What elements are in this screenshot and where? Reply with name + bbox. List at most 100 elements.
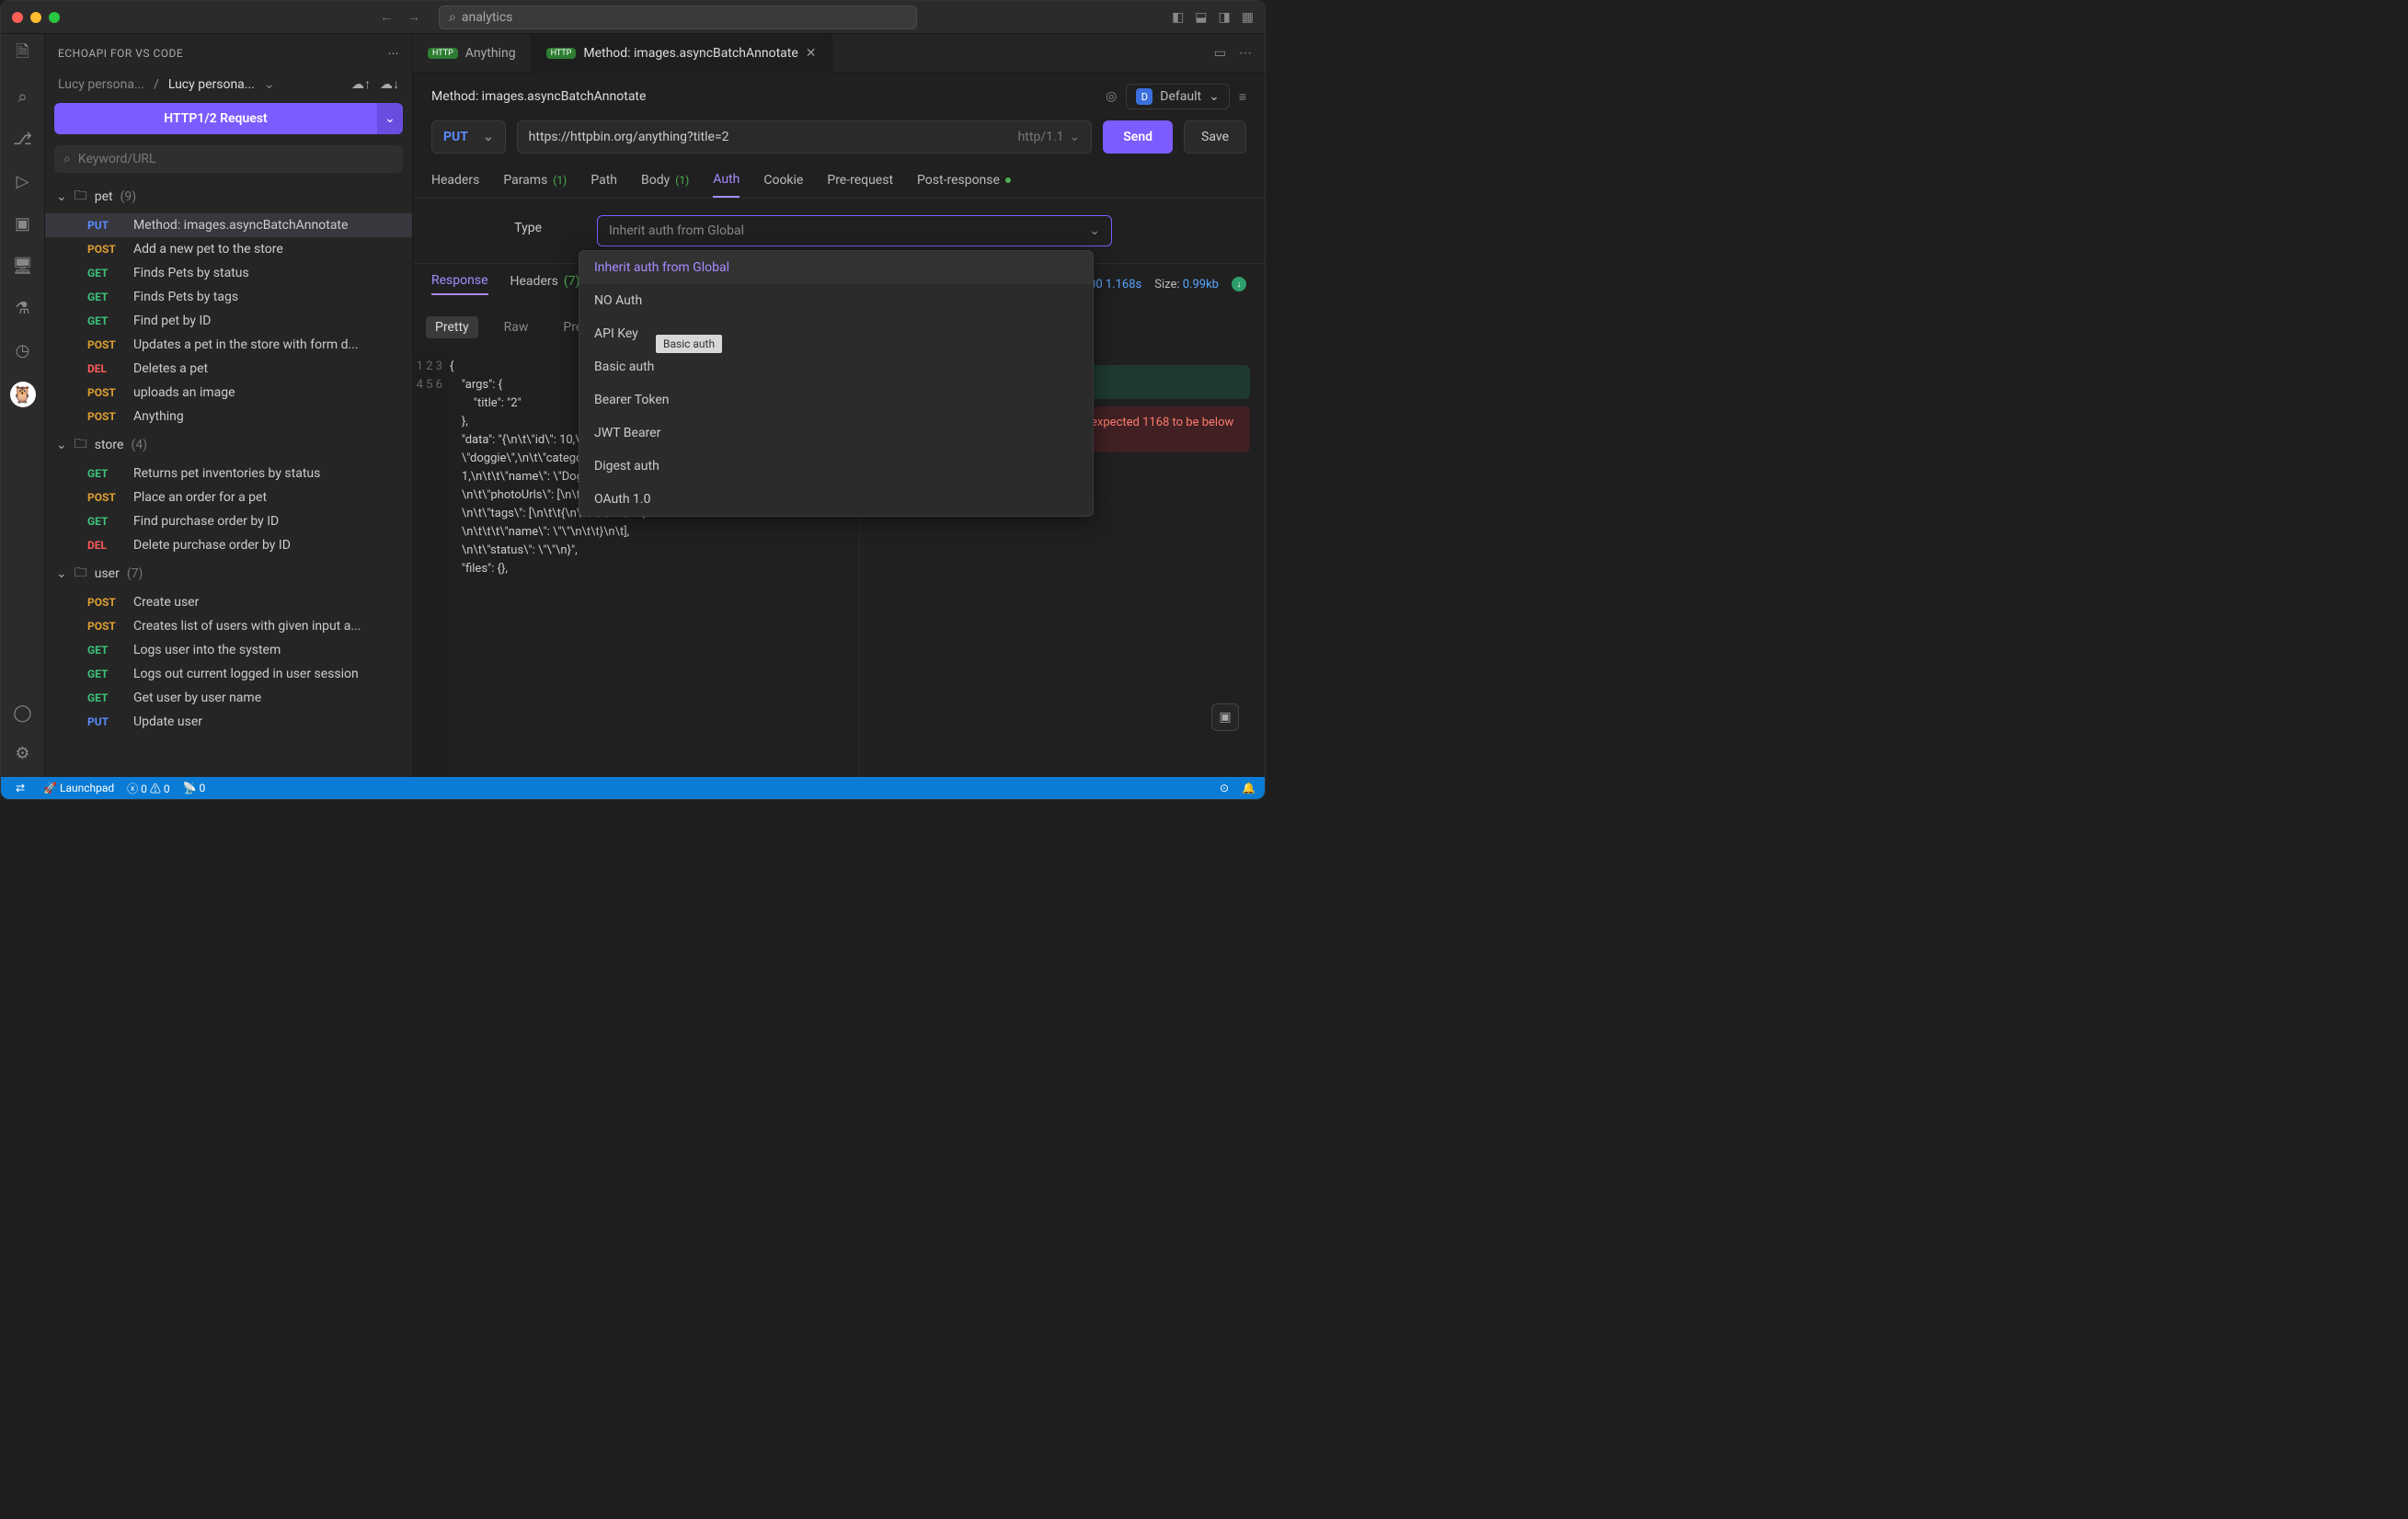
tree-folder[interactable]: ⌄🗀pet (9) [45, 180, 412, 213]
tree-item[interactable]: GETReturns pet inventories by status [45, 462, 412, 485]
auth-option[interactable]: NO Auth [579, 284, 1093, 317]
tab-anything[interactable]: HTTP Anything [413, 34, 532, 72]
tree-item[interactable]: GETFinds Pets by tags [45, 285, 412, 309]
sidebar-search[interactable]: ⌕ Keyword/URL [54, 145, 403, 173]
auth-option[interactable]: Digest auth [579, 450, 1093, 483]
tab-path[interactable]: Path [591, 165, 617, 198]
close-icon[interactable]: ✕ [806, 46, 817, 61]
resp-tab-response[interactable]: Response [431, 273, 488, 295]
chevron-down-icon[interactable]: ⌄ [1070, 130, 1081, 144]
source-control-icon[interactable]: ⎇ [12, 128, 34, 150]
close-window[interactable] [12, 12, 23, 23]
tree-item[interactable]: POSTuploads an image [45, 381, 412, 405]
account-icon[interactable]: ◯ [12, 702, 34, 724]
tree-item[interactable]: GETLogs out current logged in user sessi… [45, 662, 412, 686]
tree-item[interactable]: POSTAdd a new pet to the store [45, 237, 412, 261]
search-icon[interactable]: ⌕ [12, 86, 34, 108]
errors-count[interactable]: ⓧ 0 ⚠ 0 [127, 781, 169, 796]
environment-select[interactable]: D Default ⌄ [1126, 84, 1230, 109]
launchpad-button[interactable]: 🚀 Launchpad [43, 782, 114, 794]
url-input[interactable]: https://httpbin.org/anything?title=2 htt… [517, 120, 1093, 154]
tab-pre-request[interactable]: Pre-request [827, 165, 893, 198]
timeline-icon[interactable]: ◷ [12, 339, 34, 361]
send-button[interactable]: Send [1103, 120, 1173, 154]
tree-item[interactable]: GETFind pet by ID [45, 309, 412, 333]
tree-item[interactable]: DELDelete purchase order by ID [45, 533, 412, 557]
main-area: HTTP Anything HTTP Method: images.asyncB… [413, 34, 1265, 777]
tree-item[interactable]: GETFinds Pets by status [45, 261, 412, 285]
auth-option[interactable]: Inherit auth from Global [579, 251, 1093, 284]
layout-left-icon[interactable]: ◧ [1172, 10, 1184, 25]
download-icon[interactable]: ↓ [1232, 277, 1246, 291]
nav-back-icon[interactable]: ← [380, 9, 393, 25]
panel-icon[interactable]: ▭ [1214, 46, 1226, 61]
sidebar-title: ECHOAPI FOR VS CODE [58, 47, 183, 60]
extensions-icon[interactable]: ▣ [12, 212, 34, 234]
auth-option[interactable]: Bearer Token [579, 383, 1093, 417]
tree-folder[interactable]: ⌄🗀store (4) [45, 428, 412, 462]
breadcrumb[interactable]: Lucy persona... / Lucy persona... ⌄ ☁↑ ☁… [45, 73, 412, 96]
run-icon[interactable]: ▷ [12, 170, 34, 192]
tab-body[interactable]: Body(1) [641, 165, 689, 198]
tree-item[interactable]: POSTUpdates a pet in the store with form… [45, 333, 412, 357]
tree-item[interactable]: POSTCreate user [45, 590, 412, 614]
tree-item[interactable]: GETGet user by user name [45, 686, 412, 710]
echoapi-icon[interactable]: 🦉 [10, 382, 36, 407]
tree-item[interactable]: POSTPlace an order for a pet [45, 485, 412, 509]
view-raw[interactable]: Raw [495, 316, 538, 338]
tab-auth[interactable]: Auth [713, 165, 740, 198]
chevron-down-icon[interactable]: ⌄ [264, 77, 275, 92]
minimize-window[interactable] [30, 12, 41, 23]
tree-item-label: Place an order for a pet [133, 490, 267, 505]
save-button[interactable]: Save [1184, 120, 1246, 154]
resp-tab-headers[interactable]: Headers(7) [510, 274, 580, 294]
layout-grid-icon[interactable]: ▦ [1242, 10, 1254, 25]
more-icon[interactable]: ⋯ [388, 47, 400, 60]
layout-bottom-icon[interactable]: ⬓ [1195, 10, 1207, 25]
tree-item[interactable]: GETFind purchase order by ID [45, 509, 412, 533]
bell-icon[interactable]: 🔔 [1242, 782, 1256, 794]
tree-item[interactable]: POSTAnything [45, 405, 412, 428]
remote-indicator[interactable]: ⇄ [10, 777, 30, 799]
tab-headers[interactable]: Headers [431, 165, 479, 198]
auth-option[interactable]: JWT Bearer [579, 417, 1093, 450]
dot-icon [1005, 177, 1011, 183]
broadcast-icon[interactable]: ⊙ [1220, 782, 1229, 794]
maximize-window[interactable] [49, 12, 60, 23]
settings-icon[interactable]: ⚙ [12, 742, 34, 764]
method-badge: GET [87, 644, 124, 657]
auth-option[interactable]: OAuth 1.0 [579, 483, 1093, 516]
request-tree[interactable]: ⌄🗀pet (9)PUTMethod: images.asyncBatchAnn… [45, 180, 412, 777]
tree-item[interactable]: DELDeletes a pet [45, 357, 412, 381]
remote-icon[interactable]: 🖥 [12, 255, 34, 277]
nav-forward-icon[interactable]: → [407, 9, 420, 25]
new-request-caret[interactable]: ⌄ [377, 103, 403, 134]
explorer-icon[interactable]: 🗎 [12, 43, 34, 65]
auth-type-select[interactable]: Inherit auth from Global ⌄ [597, 215, 1112, 246]
ports-count[interactable]: 📡 0 [183, 782, 206, 794]
menu-icon[interactable]: ≡ [1239, 89, 1246, 105]
method-select[interactable]: PUT ⌄ [431, 120, 506, 154]
auth-dropdown[interactable]: Inherit auth from GlobalNO AuthAPI KeyBa… [579, 250, 1094, 517]
tree-item[interactable]: POSTCreates list of users with given inp… [45, 614, 412, 638]
view-pretty[interactable]: Pretty [426, 316, 478, 338]
tab-cookie[interactable]: Cookie [763, 165, 803, 198]
more-icon[interactable]: ⋯ [1239, 46, 1252, 61]
new-request-button[interactable]: HTTP1/2 Request [54, 103, 377, 134]
testing-icon[interactable]: ⚗ [12, 297, 34, 319]
disc-icon[interactable]: ◎ [1106, 89, 1117, 104]
cloud-up-icon[interactable]: ☁↑ [351, 76, 371, 92]
global-search[interactable]: ⌕ analytics [439, 6, 917, 29]
tree-item[interactable]: PUTMethod: images.asyncBatchAnnotate [45, 213, 412, 237]
layout-toggle-icon[interactable]: ▣ [1211, 703, 1239, 731]
tree-item[interactable]: GETLogs user into the system [45, 638, 412, 662]
auth-option[interactable]: Basic auth [579, 350, 1093, 383]
tree-folder[interactable]: ⌄🗀user (7) [45, 557, 412, 590]
layout-right-icon[interactable]: ◨ [1219, 10, 1231, 25]
tab-post-response[interactable]: Post-response [917, 165, 1011, 198]
tree-item[interactable]: PUTUpdate user [45, 710, 412, 734]
request-tabs: Headers Params(1) Path Body(1) Auth Cook… [413, 165, 1265, 199]
tab-method[interactable]: HTTP Method: images.asyncBatchAnnotate ✕ [532, 34, 832, 72]
tab-params[interactable]: Params(1) [503, 165, 567, 198]
cloud-down-icon[interactable]: ☁↓ [380, 76, 399, 92]
